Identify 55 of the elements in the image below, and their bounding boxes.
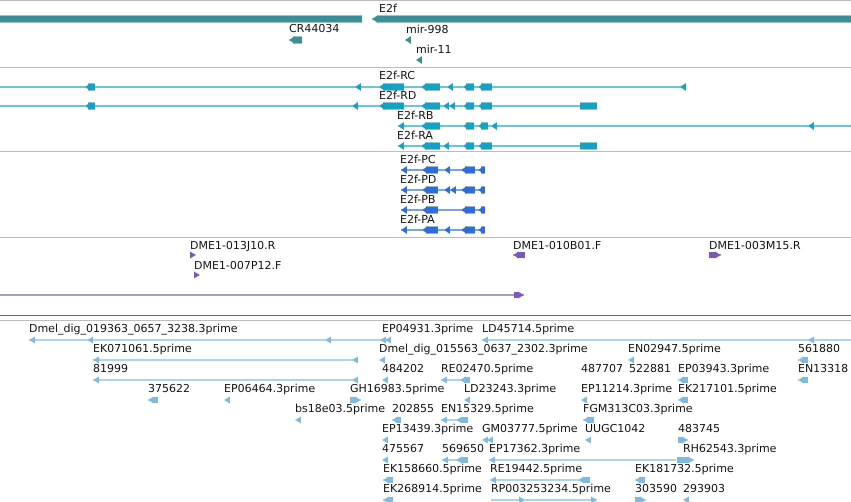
feature-label: EP13439.3prime [382,422,474,435]
feature-label: RP003253234.5prime [491,482,611,495]
feature-label: EP04931.3prime [382,322,474,335]
feature-label: EN02947.5prime [628,342,721,355]
feature-label: Dmel_dig_015563_0637_2302.3prime [379,342,588,355]
feature-label: E2f-RB [397,109,434,122]
feature-label: 81999 [93,362,128,375]
feature-label: EK268914.5prime [383,482,482,495]
feature-label: 569650 [442,442,484,455]
feature-label: E2f-RC [379,69,415,82]
feature-label: UUGC1042 [585,422,646,435]
feature-label: FGM313C03.3prime [583,402,693,415]
feature-label: EK217101.5prime [678,382,777,395]
feature-label: EN15329.5prime [441,402,534,415]
feature-label: mir-998 [406,23,449,36]
feature-label: DME1-013J10.R [190,239,276,252]
feature-label: RE02470.5prime [441,362,534,375]
feature-label: EK181732.5prime [635,462,734,475]
feature-label: GH16983.5prime [350,382,444,395]
feature-label: 375622 [148,382,190,395]
feature-label: DME1-010B01.F [513,239,602,252]
feature-label: 293903 [683,482,725,495]
feature-label: EP11214.3prime [581,382,672,395]
feature-label: DME1-007P12.F [194,259,282,272]
feature-label: E2f [379,2,397,15]
feature-label: 561880 [798,342,840,355]
feature-label: E2f-RD [379,89,416,102]
feature-label: 484202 [382,362,424,375]
feature-label: 475567 [382,442,424,455]
feature-label: E2f-RA [397,129,433,142]
feature-label: 487707 [581,362,623,375]
feature-label: E2f-PA [400,213,435,226]
feature-label: EP06464.3prime [224,382,316,395]
feature-label: EN13318 [798,362,848,375]
feature-label: LD23243.3prime [464,382,556,395]
feature-label: E2f-PC [400,153,436,166]
feature-label: 522881 [629,362,671,375]
feature-label: DME1-003M15.R [709,239,801,252]
feature-label: Dmel_dig_019363_0657_3238.3prime [29,322,238,335]
feature-label: 202855 [392,402,434,415]
feature-label: RE19442.5prime [490,462,582,475]
feature-label: GM03777.5prime [482,422,578,435]
feature-label: EK158660.5prime [383,462,482,475]
feature-label: mir-11 [416,43,452,56]
feature-label: CR44034 [289,22,340,35]
feature-label: E2f-PB [400,193,436,206]
feature-label: 483745 [678,422,720,435]
feature-label: E2f-PD [400,173,436,186]
feature-label: RH62543.3prime [683,442,776,455]
feature-label: EP03943.3prime [678,362,770,375]
feature-label: bs18e03.5prime [295,402,386,415]
feature-label: LD45714.5prime [482,322,574,335]
feature-label: 303590 [635,482,677,495]
feature-label: EK071061.5prime [93,342,192,355]
feature-label: EP17362.3prime [489,442,580,455]
